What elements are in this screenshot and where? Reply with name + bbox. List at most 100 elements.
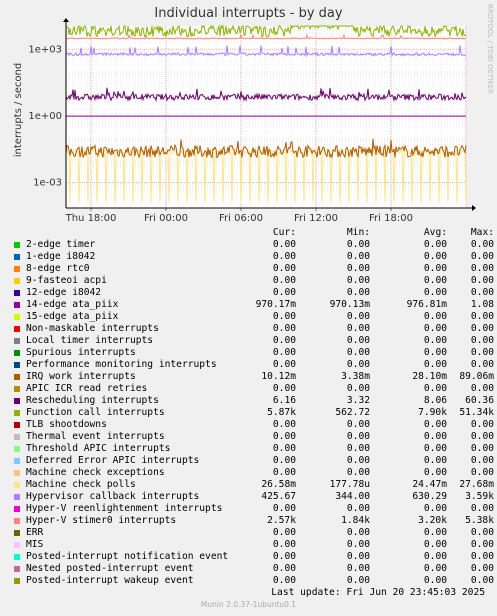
legend-cur-value: 6.16	[272, 395, 296, 406]
legend-series-name: Machine check polls	[26, 479, 136, 490]
legend-series-name: MIS	[26, 539, 44, 550]
x-axis-arrow	[472, 205, 476, 211]
legend-max-value: 0.00	[470, 443, 494, 454]
col-cur: Cur:	[272, 227, 296, 238]
legend-max-value: 0.00	[470, 311, 494, 322]
legend-row: Thermal event interrupts 0.00 0.00 0.00 0.00	[12, 431, 494, 443]
legend-cur-value: 0.00	[272, 575, 296, 586]
chart-svg: 1e+03 1e+00 1e-03 Thu 18:00 Fri 00:00 Fri 06:…	[28, 18, 476, 224]
legend-max-value: 3.59k	[465, 491, 494, 502]
legend-cur-value: 0.00	[272, 467, 296, 478]
col-max: Max:	[470, 227, 494, 238]
y-tick-label: 1e+03	[28, 44, 62, 55]
legend-series-name: IRQ work interrupts	[26, 371, 136, 382]
legend-series-name: TLB shootdowns	[26, 419, 107, 430]
legend-row: TLB shootdowns 0.00 0.00 0.00 0.00	[12, 419, 494, 431]
legend-swatch	[14, 470, 20, 476]
legend-cur-value: 0.00	[272, 239, 296, 250]
legend-series-name: Non-maskable interrupts	[26, 323, 159, 334]
legend-series-name: 12-edge i8042	[26, 287, 102, 298]
legend-swatch	[14, 386, 20, 392]
legend-cur-value: 0.00	[272, 335, 296, 346]
legend-series-name: Hypervisor callback interrupts	[26, 491, 200, 502]
legend-row: 2-edge timer 0.00 0.00 0.00 0.00	[12, 239, 494, 251]
legend-cur-value: 0.00	[272, 443, 296, 454]
legend-row: Rescheduling interrupts 6.16 3.32 8.06 60.36	[12, 395, 494, 407]
legend-min-value: 0.00	[346, 311, 370, 322]
legend-cur-value: 0.00	[272, 503, 296, 514]
legend-max-value: 0.00	[470, 383, 494, 394]
legend-row: Function call interrupts 5.87k 562.72 7.90k…	[12, 407, 494, 419]
legend-row: Machine check exceptions 0.00 0.00 0.00 0.00	[12, 467, 494, 479]
legend-max-value: 0.00	[470, 527, 494, 538]
legend-series-name: APIC ICR read retries	[26, 383, 148, 394]
legend-row: Hyper-V stimer0 interrupts 2.57k 1.84k 3.20…	[12, 515, 494, 527]
legend-min-value: 0.00	[346, 527, 370, 538]
legend-min-value: 0.00	[346, 251, 370, 262]
legend-row: Performance monitoring interrupts 0.00 0.0…	[12, 359, 494, 371]
legend-min-value: 0.00	[346, 347, 370, 358]
x-tick-label: Thu 18:00	[65, 213, 117, 224]
legend-min-value: 0.00	[346, 575, 370, 586]
legend-max-value: 0.00	[470, 263, 494, 274]
legend-max-value: 0.00	[470, 275, 494, 286]
legend-min-value: 0.00	[346, 263, 370, 274]
legend-swatch	[14, 362, 20, 368]
legend-cur-value: 0.00	[272, 551, 296, 562]
legend-min-value: 0.00	[346, 563, 370, 574]
legend-min-value: 0.00	[346, 467, 370, 478]
legend-swatch	[14, 446, 20, 452]
legend-max-value: 0.00	[470, 431, 494, 442]
legend-swatch	[14, 566, 20, 572]
legend-cur-value: 0.00	[272, 287, 296, 298]
legend-max-value: 1.08	[470, 299, 494, 310]
legend-row: Posted-interrupt wakeup event 0.00 0.00 0.0…	[12, 575, 494, 587]
legend-min-value: 0.00	[346, 287, 370, 298]
legend-row: APIC ICR read retries 0.00 0.00 0.00 0.00	[12, 383, 494, 395]
legend-swatch	[14, 578, 20, 584]
legend-row: Machine check polls 26.58m 177.78u 24.47m 27…	[12, 479, 494, 491]
legend-cur-value: 0.00	[272, 563, 296, 574]
legend-row: Hyper-V reenlightenment interrupts 0.00 0.…	[12, 503, 494, 515]
legend-min-value: 970.13m	[329, 299, 370, 310]
legend-cur-value: 0.00	[272, 539, 296, 550]
legend-series-name: 9-fasteoi acpi	[26, 275, 107, 286]
legend-row: Spurious interrupts 0.00 0.00 0.00 0.00	[12, 347, 494, 359]
legend-series-name: Posted-interrupt wakeup event	[26, 575, 194, 586]
legend-cur-value: 26.58m	[261, 479, 296, 490]
legend-series-name: Performance monitoring interrupts	[26, 359, 217, 370]
legend-row: MIS 0.00 0.00 0.00 0.00	[12, 539, 494, 551]
legend-series-name: Rescheduling interrupts	[26, 395, 159, 406]
legend-min-value: 1.84k	[341, 515, 370, 526]
legend-series-name: Machine check exceptions	[26, 467, 165, 478]
legend-swatch	[14, 542, 20, 548]
legend-row: 12-edge i8042 0.00 0.00 0.00 0.00	[12, 287, 494, 299]
legend-row: 14-edge ata_piix 970.17m 970.13m 976.81m 1.0…	[12, 299, 494, 311]
col-min: Min:	[346, 227, 370, 238]
x-tick-label: Fri 00:00	[144, 213, 188, 224]
legend-swatch	[14, 434, 20, 440]
legend-swatch	[14, 494, 20, 500]
legend-max-value: 0.00	[470, 455, 494, 466]
legend-series-name: Local timer interrupts	[26, 335, 154, 346]
legend-swatch	[14, 254, 20, 260]
legend-series-name: 14-edge ata_piix	[26, 299, 119, 310]
last-update: Last update: Fri Jun 20 23:45:03 2025	[271, 587, 485, 598]
legend-min-value: 344.00	[335, 491, 370, 502]
legend-series-name: Hyper-V stimer0 interrupts	[26, 515, 177, 526]
legend-series-name: Function call interrupts	[26, 407, 165, 418]
legend-max-value: 0.00	[470, 467, 494, 478]
legend-swatch	[14, 518, 20, 524]
legend-max-value: 0.00	[470, 539, 494, 550]
x-tick-label: Fri 18:00	[369, 213, 413, 224]
legend-cur-value: 425.67	[261, 491, 296, 502]
legend-min-value: 0.00	[346, 455, 370, 466]
y-tick-label: 1e+00	[28, 111, 62, 122]
legend-min-value: 0.00	[346, 539, 370, 550]
legend-cur-value: 0.00	[272, 263, 296, 274]
legend-cur-value: 0.00	[272, 383, 296, 394]
legend-cur-value: 0.00	[272, 419, 296, 430]
legend-swatch	[14, 422, 20, 428]
legend-cur-value: 2.57k	[267, 515, 296, 526]
legend-max-value: 0.00	[470, 575, 494, 586]
